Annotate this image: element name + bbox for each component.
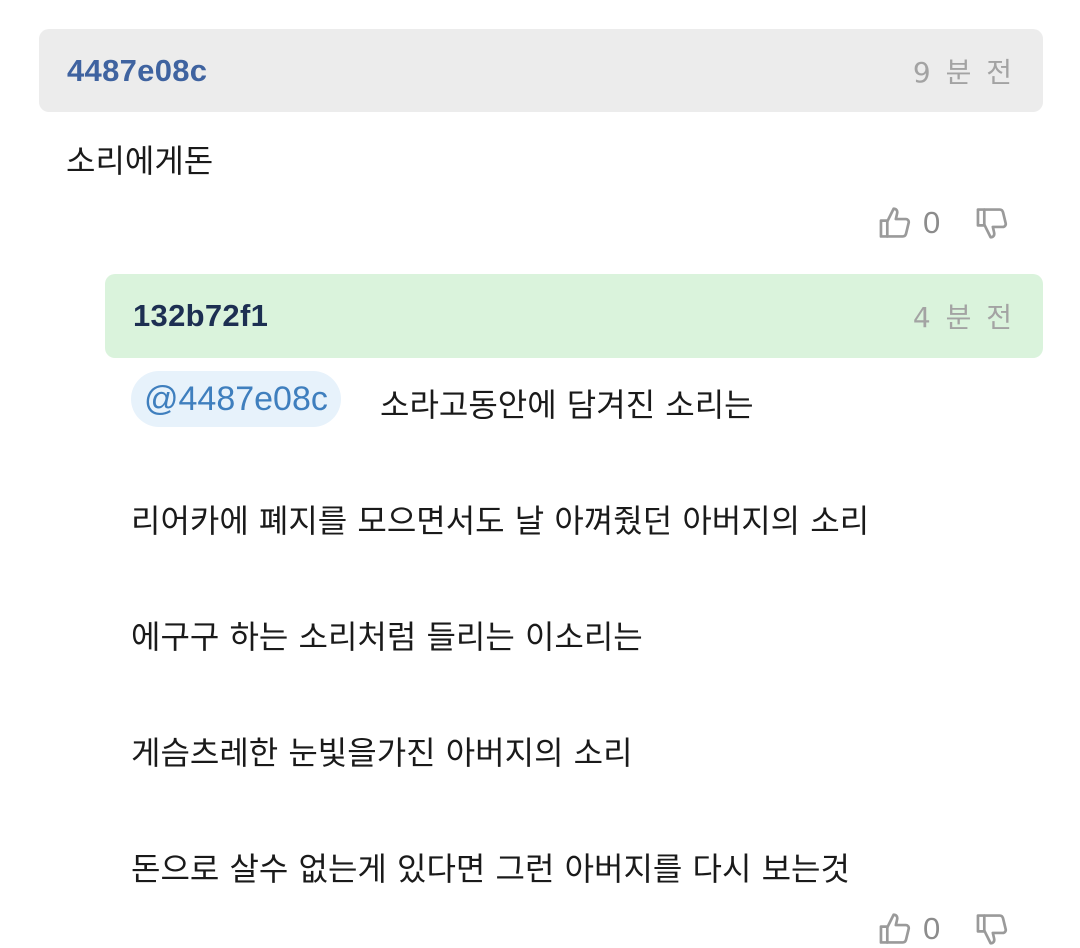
comment-body: 소리에게돈	[66, 142, 214, 180]
comment-header: 4487e08c 9 분 전	[39, 29, 1043, 112]
like-count: 0	[923, 205, 941, 240]
reply-header: 132b72f1 4 분 전	[105, 274, 1043, 358]
comment-time: 9 분 전	[912, 55, 1015, 89]
comment-author[interactable]: 4487e08c	[67, 53, 207, 89]
thumbs-up-icon[interactable]	[877, 910, 915, 948]
comment-vote-bar: 0	[877, 204, 1012, 242]
reply-line: 돈으로 살수 없는게 있다면 그런 아버지를 다시 보는것	[131, 850, 850, 888]
reply-vote-bar: 0	[877, 910, 1012, 948]
thumbs-up-icon[interactable]	[877, 204, 915, 242]
reply-line: 소라고동안에 담겨진 소리는	[380, 386, 754, 424]
reply-line: 게슴츠레한 눈빛을가진 아버지의 소리	[131, 734, 633, 772]
like-count: 0	[923, 911, 941, 946]
reply-time: 4 분 전	[912, 301, 1015, 334]
reply-author[interactable]: 132b72f1	[133, 298, 268, 334]
reply-line: 에구구 하는 소리처럼 들리는 이소리는	[131, 618, 643, 656]
reply-line: 리어카에 폐지를 모으면서도 날 아껴줬던 아버지의 소리	[131, 502, 870, 540]
thumbs-down-icon[interactable]	[974, 204, 1012, 242]
thumbs-down-icon[interactable]	[974, 910, 1012, 948]
mention-chip[interactable]: @4487e08c	[131, 371, 341, 427]
